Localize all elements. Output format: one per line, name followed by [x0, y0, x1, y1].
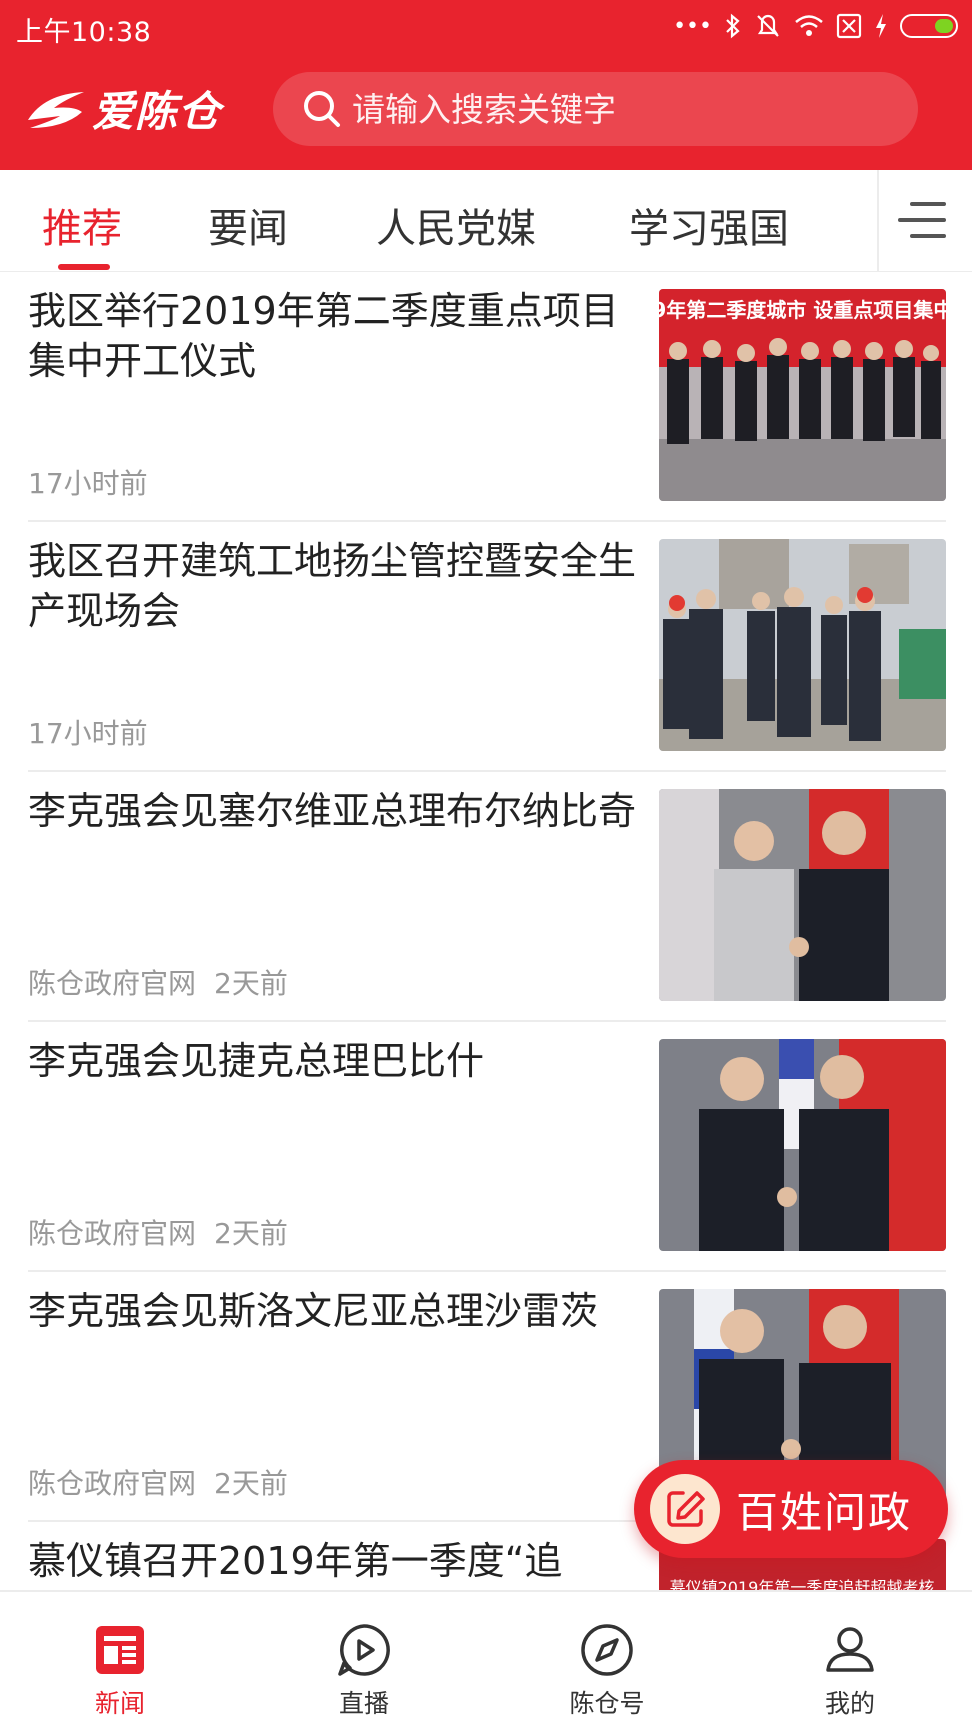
nav-news[interactable]: 新闻 — [50, 1622, 190, 1722]
search-bar[interactable] — [273, 72, 918, 146]
battery-icon — [900, 14, 958, 38]
news-thumbnail: 仓区2019年第二季度城市 设重点项目集中开工仪式 — [659, 289, 946, 501]
wifi-icon — [795, 15, 823, 36]
banner-text: 仓区2019年第二季度城市 设重点项目集中开工仪式 — [659, 298, 946, 322]
live-play-icon — [338, 1624, 390, 1676]
news-item[interactable]: 我区召开建筑工地扬尘管控暨安全生产现场会 17小时前 — [28, 522, 946, 772]
bluetooth-icon — [726, 13, 740, 39]
channel-menu-icon[interactable] — [898, 198, 948, 244]
tab-recommend[interactable]: 推荐 — [42, 196, 122, 272]
sim-icon — [836, 13, 862, 39]
nav-mine[interactable]: 我的 — [780, 1622, 920, 1722]
nav-live[interactable]: 直播 — [294, 1622, 434, 1722]
status-time: 上午10:38 — [16, 17, 152, 48]
tab-headlines[interactable]: 要闻 — [208, 196, 288, 272]
status-bar: 上午10:38 ••• — [0, 0, 972, 52]
charging-icon — [876, 14, 886, 38]
news-source: 陈仓政府官网 — [28, 1467, 197, 1500]
fab-label: 百姓问政 — [736, 1487, 913, 1537]
tab-party-media[interactable]: 人民党媒 — [376, 196, 536, 272]
nav-mine-label: 我的 — [824, 1689, 875, 1718]
news-source: 陈仓政府官网 — [28, 1217, 197, 1250]
user-icon — [826, 1627, 874, 1672]
nav-live-label: 直播 — [338, 1689, 389, 1718]
public-inquiry-button[interactable]: 百姓问政 — [634, 1460, 948, 1558]
search-icon — [304, 91, 340, 127]
bottom-nav: 新闻 直播 陈仓号 我的 — [0, 1590, 972, 1728]
status-icons: ••• — [673, 10, 958, 42]
banner-text: 慕仪镇2019年第一季度追赶超越考核 — [670, 1578, 935, 1590]
tab-xuexi[interactable]: 学习强国 — [629, 196, 789, 272]
nav-chencang-hao[interactable]: 陈仓号 — [537, 1622, 677, 1722]
more-dots-icon: ••• — [673, 13, 712, 39]
news-feed[interactable]: 我区举行2019年第二季度重点项目集中开工仪式 17小时前 仓区2019年第二季… — [0, 272, 972, 1590]
news-item[interactable]: 我区举行2019年第二季度重点项目集中开工仪式 17小时前 仓区2019年第二季… — [28, 272, 946, 522]
news-thumbnail — [659, 789, 946, 1001]
news-thumbnail — [659, 1039, 946, 1251]
news-meta: 17小时前 — [28, 462, 148, 502]
news-time: 2天前 — [214, 1467, 288, 1500]
news-title: 慕仪镇召开2019年第一季度“追 — [28, 1539, 563, 1583]
news-time: 2天前 — [214, 967, 288, 1000]
active-tab-indicator — [58, 264, 110, 270]
news-title: 我区召开建筑工地扬尘管控暨安全生产现场会 — [28, 539, 637, 633]
news-time: 17小时前 — [28, 717, 148, 750]
edit-icon — [650, 1474, 720, 1544]
news-source: 陈仓政府官网 — [28, 967, 197, 1000]
mute-icon — [757, 14, 779, 37]
news-time: 17小时前 — [28, 467, 148, 500]
news-time: 2天前 — [214, 1217, 288, 1250]
news-meta: 17小时前 — [28, 712, 148, 752]
news-meta: 陈仓政府官网 2天前 — [28, 1212, 288, 1252]
tabs-divider — [877, 170, 879, 272]
news-item[interactable]: 李克强会见捷克总理巴比什 陈仓政府官网 2天前 — [28, 1022, 946, 1272]
compass-icon — [581, 1624, 633, 1676]
news-title: 李克强会见斯洛文尼亚总理沙雷茨 — [28, 1289, 599, 1333]
news-item[interactable]: 李克强会见塞尔维亚总理布尔纳比奇 陈仓政府官网 2天前 — [28, 772, 946, 1022]
logo-swoosh-icon — [28, 92, 84, 128]
search-input[interactable] — [352, 89, 892, 129]
news-meta: 陈仓政府官网 2天前 — [28, 1462, 288, 1502]
category-tabs: 推荐 要闻 人民党媒 学习强国 — [0, 170, 972, 272]
news-title: 我区举行2019年第二季度重点项目集中开工仪式 — [28, 289, 619, 383]
app-logo: 爱陈仓 — [24, 78, 221, 138]
news-meta: 陈仓政府官网 2天前 — [28, 962, 288, 1002]
news-icon — [96, 1626, 144, 1674]
news-title: 李克强会见塞尔维亚总理布尔纳比奇 — [28, 789, 637, 833]
news-title: 李克强会见捷克总理巴比什 — [28, 1039, 485, 1083]
nav-news-label: 新闻 — [94, 1689, 145, 1718]
logo-text: 爱陈仓 — [92, 86, 222, 136]
nav-chencang-hao-label: 陈仓号 — [569, 1689, 645, 1718]
app-header: 上午10:38 ••• 爱陈仓 — [0, 0, 972, 170]
news-thumbnail — [659, 539, 946, 751]
